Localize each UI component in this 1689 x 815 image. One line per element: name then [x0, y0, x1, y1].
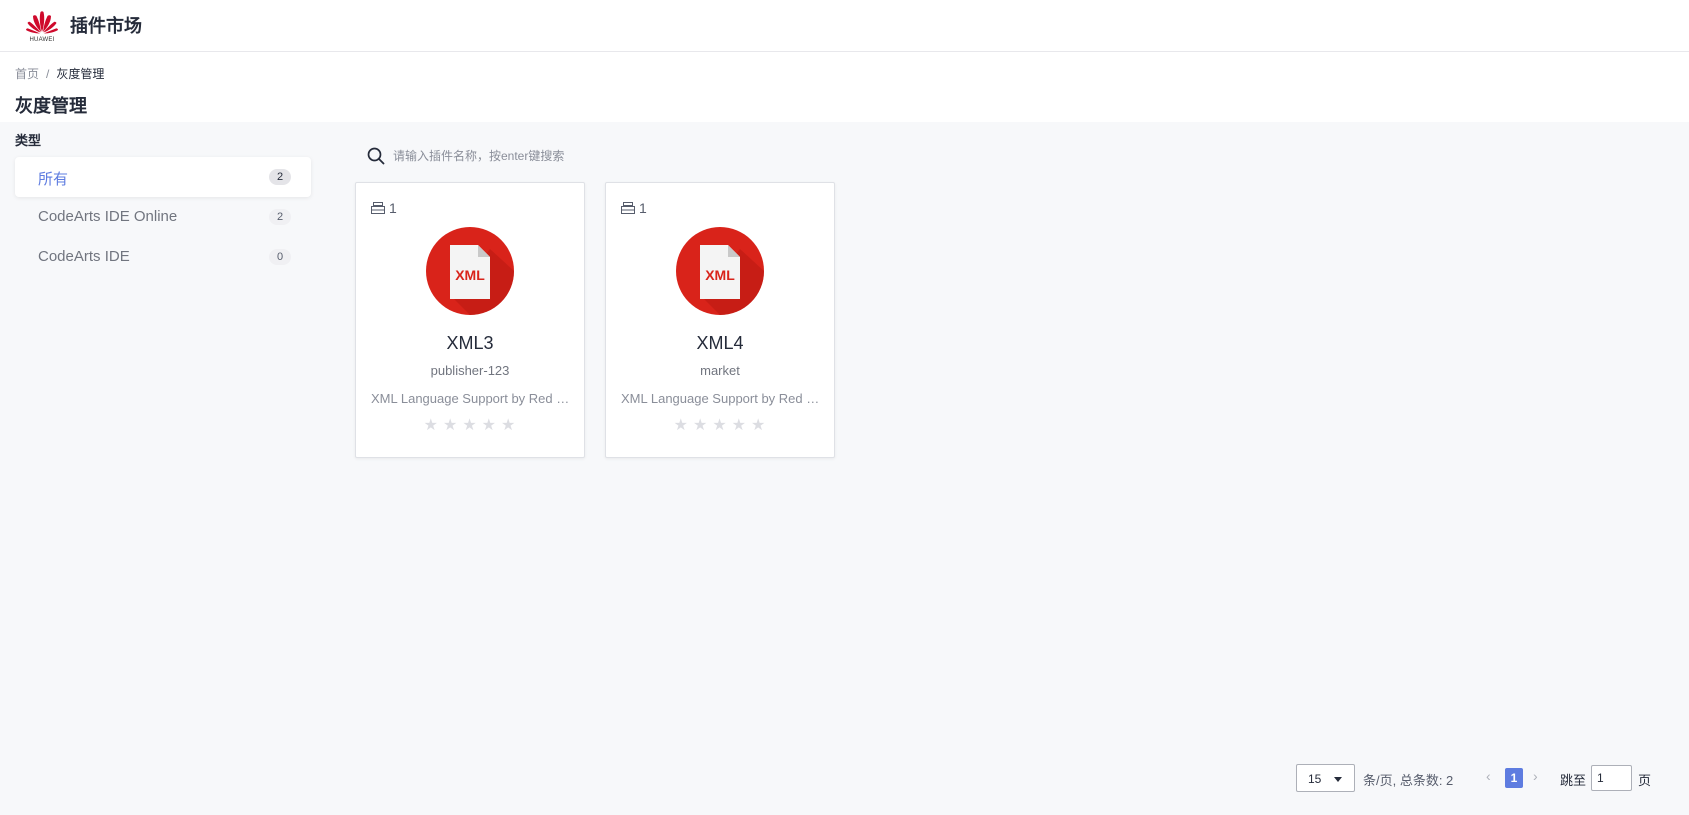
brand-name: HUAWEI: [29, 37, 55, 43]
type-section-label: 类型: [15, 133, 42, 148]
type-item-label: 所有: [38, 171, 69, 188]
version-count-value: 1: [389, 200, 397, 216]
top-bar: HUAWEI 插件市场: [0, 0, 1689, 52]
xml-file-icon: XML: [426, 227, 514, 315]
version-count: 1: [621, 200, 647, 216]
type-item-count-badge: 2: [269, 169, 291, 185]
type-item-codearts-ide-online[interactable]: CodeArts IDE Online 2: [15, 197, 311, 237]
breadcrumb-separator: /: [46, 67, 50, 81]
plugin-publisher: market: [700, 363, 740, 378]
huawei-logo[interactable]: HUAWEI: [24, 8, 60, 44]
page-title: 灰度管理: [15, 96, 87, 116]
xml-icon-text: XML: [705, 267, 735, 283]
rating-stars: ★★★★★: [423, 417, 521, 434]
xml-file-icon: XML: [676, 227, 764, 315]
goto-suffix: 页: [1638, 773, 1652, 788]
version-count: 1: [371, 200, 397, 216]
page-1-button[interactable]: 1: [1505, 768, 1523, 788]
plugin-name: XML3: [446, 333, 494, 353]
next-page-button[interactable]: ›: [1533, 768, 1538, 784]
breadcrumb-current: 灰度管理: [56, 67, 105, 81]
caret-down-icon: [1334, 777, 1342, 782]
plugin-description: XML Language Support by Red Hat: [621, 391, 821, 406]
version-count-value: 1: [639, 200, 647, 216]
xml-icon-text: XML: [455, 267, 485, 283]
huawei-flower-icon: [26, 11, 58, 34]
rating-stars: ★★★★★: [673, 417, 771, 434]
goto-page-input[interactable]: [1591, 765, 1632, 791]
breadcrumb-home-link[interactable]: 首页: [15, 67, 39, 81]
page-size-value: 15: [1308, 772, 1322, 786]
type-item-count-badge: 0: [269, 249, 291, 265]
plugin-search: [367, 146, 667, 166]
plugin-card[interactable]: 1 XML XML3 publisher-123 XML Language Su…: [355, 182, 585, 458]
type-item-count-badge: 2: [269, 209, 291, 225]
plugin-publisher: publisher-123: [430, 363, 510, 378]
breadcrumb: 首页 / 灰度管理: [15, 65, 104, 82]
app-title[interactable]: 插件市场: [70, 12, 142, 38]
search-input[interactable]: [393, 146, 653, 166]
type-item-codearts-ide[interactable]: CodeArts IDE 0: [15, 237, 311, 277]
plugin-card[interactable]: 1 XML XML4 market XML Language Support b…: [605, 182, 835, 458]
plugin-description: XML Language Support by Red Hat: [371, 391, 571, 406]
page-size-select[interactable]: 15: [1296, 764, 1355, 792]
goto-label: 跳至: [1560, 773, 1587, 788]
type-item-label: CodeArts IDE: [38, 248, 130, 265]
prev-page-button[interactable]: ‹: [1486, 768, 1491, 784]
search-icon[interactable]: [367, 147, 385, 165]
page-header: 首页 / 灰度管理 灰度管理: [0, 52, 1689, 122]
plugin-name: XML4: [696, 333, 744, 353]
versions-stack-icon: [371, 202, 385, 214]
type-item-label: CodeArts IDE Online: [38, 208, 178, 225]
type-item-all[interactable]: 所有 2: [15, 157, 311, 197]
total-count-text: 条/页, 总条数: 2: [1363, 773, 1454, 788]
versions-stack-icon: [621, 202, 635, 214]
